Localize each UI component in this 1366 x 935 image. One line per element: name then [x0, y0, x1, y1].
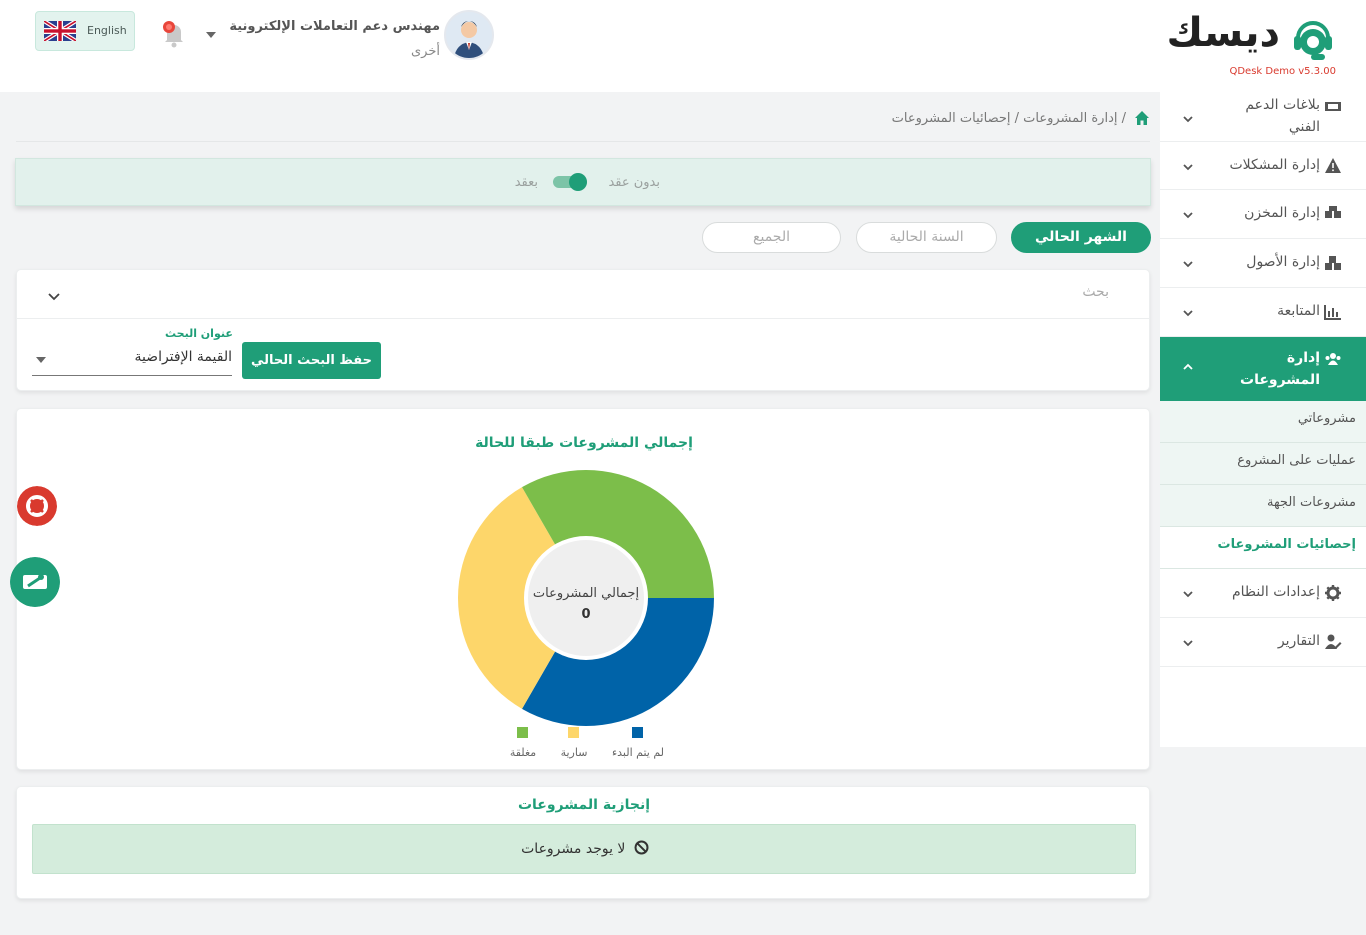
legend-closed-label[interactable]: مغلقة	[510, 746, 536, 759]
sidebar: بلاغات الدعم الفني إدارة المشكلات إدارة …	[1160, 92, 1366, 747]
boxes-icon	[1325, 206, 1341, 218]
sidebar-item-monitoring[interactable]: المتابعة	[1160, 288, 1366, 337]
search-title-value: القيمة الإفتراضية	[134, 349, 232, 365]
sidebar-item-label: التقارير	[1277, 633, 1320, 649]
tab-current-month[interactable]: الشهر الحالي	[1011, 222, 1151, 253]
support-tools-button[interactable]	[10, 557, 60, 607]
no-projects-message: لا يوجد مشروعات	[33, 840, 1137, 857]
sidebar-item-label: إدارة المخزن	[1244, 205, 1320, 221]
no-projects-text: لا يوجد مشروعات	[521, 841, 626, 857]
with-contract-label: بعقد	[514, 175, 538, 190]
donut-center-value: 0	[581, 607, 590, 622]
sidebar-subitem-label: عمليات على المشروع	[1237, 453, 1356, 468]
search-panel: بحث عنوان البحث القيمة الإفتراضية حفظ ال…	[16, 269, 1150, 391]
sidebar-item-problems[interactable]: إدارة المشكلات	[1160, 142, 1366, 190]
sidebar-item-label: إعدادات النظام	[1231, 584, 1320, 600]
legend-ongoing-swatch[interactable]	[568, 727, 579, 738]
sidebar-item-system-settings[interactable]: إعدادات النظام	[1160, 569, 1366, 618]
without-contract-label: بدون عقد	[608, 175, 660, 190]
uk-flag-icon	[44, 21, 76, 41]
projects-status-chart-card: إجمالي المشروعات طبقا للحالة إجمالي المش…	[16, 408, 1150, 770]
avatar[interactable]	[444, 10, 494, 60]
breadcrumb: / إدارة المشروعات / إحصائيات المشروعات	[16, 106, 1150, 142]
chevron-down-icon	[1183, 640, 1193, 647]
legend-ongoing-label[interactable]: سارية	[561, 746, 588, 759]
sidebar-item-label: المتابعة	[1277, 303, 1320, 319]
cubes-icon	[1325, 256, 1341, 270]
save-search-button[interactable]: حفظ البحث الحالي	[242, 342, 381, 379]
chevron-down-icon[interactable]	[47, 289, 61, 303]
sidebar-item-reports[interactable]: التقارير	[1160, 618, 1366, 667]
user-dropdown-caret-icon[interactable]	[206, 32, 216, 38]
user-avatar-icon	[454, 21, 484, 58]
projects-status-donut-chart: إجمالي المشروعات 0 لم يتم البدء سارية مغلقة	[458, 470, 714, 759]
tab-all[interactable]: الجميع	[702, 222, 841, 253]
contract-filter-bar: بدون عقد بعقد	[15, 158, 1151, 206]
chevron-down-icon	[1183, 212, 1193, 219]
app-version: QDesk Demo v5.3.00	[1229, 66, 1336, 77]
qdesk-logo[interactable]: ديسك QDesk Demo v5.3.00	[1167, 8, 1350, 80]
legend-not-started-label[interactable]: لم يتم البدء	[612, 746, 664, 759]
sidebar-item-assets[interactable]: إدارة الأصول	[1160, 239, 1366, 288]
users-icon	[1325, 353, 1341, 365]
breadcrumb-trail[interactable]: / إدارة المشروعات / إحصائيات المشروعات	[892, 111, 1126, 126]
contract-toggle[interactable]	[552, 172, 588, 192]
user-role: أخرى	[411, 44, 440, 59]
ban-icon	[634, 840, 649, 855]
gear-icon	[1325, 585, 1341, 601]
chart-icon	[1324, 305, 1341, 320]
user-menu[interactable]: مهندس دعم التعاملات الإلكترونية أخرى	[229, 10, 496, 62]
headset-logo-icon	[1294, 21, 1332, 60]
sidebar-subitem-entity-projects[interactable]: مشروعات الجهة	[1160, 485, 1366, 527]
sidebar-item-warehouse[interactable]: إدارة المخزن	[1160, 190, 1366, 239]
sidebar-item-label: إدارة المشكلات	[1229, 157, 1320, 173]
chevron-down-icon	[1183, 261, 1193, 268]
warning-icon	[1325, 158, 1341, 173]
chevron-down-icon	[1183, 116, 1193, 123]
projects-achievement-card: إنجازية المشروعات لا يوجد مشروعات	[16, 786, 1150, 899]
no-projects-alert: لا يوجد مشروعات	[32, 824, 1136, 874]
logo-text: ديسك	[1166, 10, 1281, 56]
chevron-up-icon	[1183, 363, 1193, 370]
chevron-down-icon	[1183, 310, 1193, 317]
chevron-down-icon	[1183, 591, 1193, 598]
sidebar-item-label: إدارة المشروعات	[1240, 350, 1320, 388]
chevron-down-icon	[1183, 164, 1193, 171]
achievement-title: إنجازية المشروعات	[517, 797, 651, 813]
user-name: مهندس دعم التعاملات الإلكترونية	[229, 19, 440, 34]
search-title-label: عنوان البحث	[165, 327, 233, 340]
legend-closed-swatch[interactable]	[517, 727, 528, 738]
search-panel-title[interactable]: بحث	[1082, 284, 1109, 300]
sidebar-subitem-my-projects[interactable]: مشروعاتي	[1160, 401, 1366, 443]
language-switch-button[interactable]: English	[35, 11, 135, 51]
donut-center-label: إجمالي المشروعات	[533, 586, 639, 601]
ticket-icon	[1325, 102, 1341, 111]
sidebar-subitem-label: مشروعاتي	[1297, 411, 1356, 426]
user-edit-icon	[1325, 634, 1342, 649]
sidebar-item-label: إدارة الأصول	[1246, 254, 1320, 270]
tab-current-year[interactable]: السنة الحالية	[856, 222, 997, 253]
caret-down-icon	[36, 357, 46, 363]
home-icon[interactable]	[1134, 110, 1150, 126]
sidebar-item-support-tickets[interactable]: بلاغات الدعم الفني	[1160, 92, 1366, 142]
sidebar-subitem-label: مشروعات الجهة	[1266, 495, 1356, 510]
sidebar-item-projects[interactable]: إدارة المشروعات	[1160, 337, 1366, 401]
sidebar-subitem-label: إحصائيات المشروعات	[1217, 537, 1356, 552]
legend-not-started-swatch[interactable]	[632, 727, 643, 738]
sidebar-subitem-project-statistics[interactable]: إحصائيات المشروعات	[1160, 527, 1366, 569]
top-header: ديسك QDesk Demo v5.3.00 مهندس دعم التعام…	[0, 0, 1366, 92]
notification-bell-icon[interactable]	[158, 18, 190, 50]
sidebar-subitem-project-operations[interactable]: عمليات على المشروع	[1160, 443, 1366, 485]
language-label: English	[87, 24, 127, 37]
sidebar-item-label: بلاغات الدعم الفني	[1245, 97, 1320, 135]
search-title-select[interactable]: القيمة الإفتراضية	[32, 344, 232, 376]
help-lifebuoy-button[interactable]	[17, 486, 57, 526]
divider	[17, 318, 1149, 319]
